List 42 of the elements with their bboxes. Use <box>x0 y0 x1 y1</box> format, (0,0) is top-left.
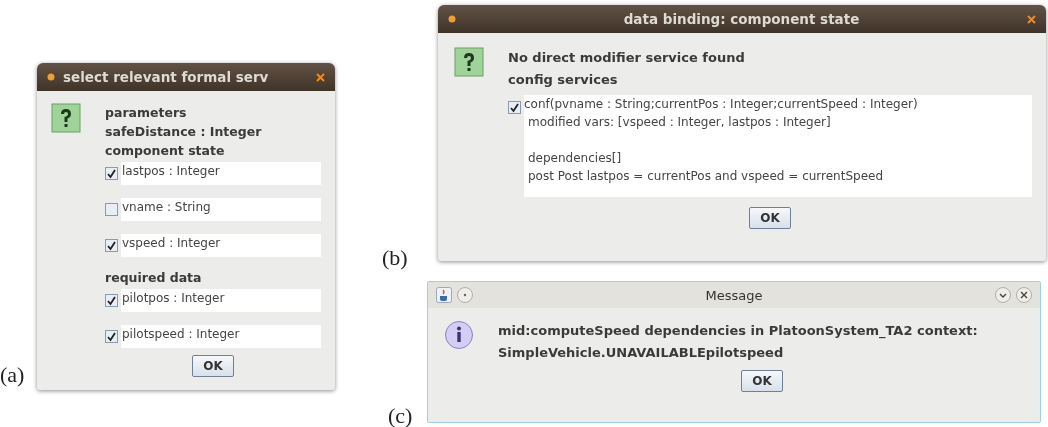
window-title: select relevant formal serv <box>63 69 270 85</box>
detail-text: post Post lastpos = currentPos and vspeed = currentSpeed <box>527 168 885 185</box>
minimize-icon[interactable] <box>995 287 1011 303</box>
window-menu-icon[interactable] <box>448 15 456 23</box>
option-label: vspeed : Integer <box>121 234 321 257</box>
option-label: pilotpos : Integer <box>121 289 321 312</box>
option-label: pilotspeed : Integer <box>121 325 321 348</box>
section-heading: required data <box>105 269 203 287</box>
java-cup-icon[interactable] <box>436 287 452 303</box>
close-icon[interactable] <box>1016 287 1032 303</box>
detail-text: modified vars: [vspeed : Integer, lastpos : Integer] <box>527 114 832 131</box>
info-icon <box>444 320 474 350</box>
checkbox[interactable] <box>105 167 118 180</box>
detail-text: dependencies[] <box>527 150 623 167</box>
close-icon[interactable] <box>316 72 325 82</box>
checkbox[interactable] <box>105 203 118 216</box>
window-menu-icon[interactable] <box>47 73 55 81</box>
message-text: SimpleVehicle.UNAVAILABLEpilotspeed <box>498 344 785 362</box>
checkbox[interactable] <box>508 101 521 114</box>
checkbox[interactable] <box>105 239 118 252</box>
parameter-text: safeDistance : Integer <box>105 123 263 141</box>
checkbox[interactable] <box>105 294 118 307</box>
option-label: vname : String <box>121 198 321 221</box>
figure-label: (c) <box>388 403 414 427</box>
ok-button[interactable]: OK <box>749 207 791 229</box>
close-icon[interactable] <box>1027 14 1036 24</box>
checkbox[interactable] <box>105 330 118 343</box>
section-heading: parameters <box>105 104 188 122</box>
option-label: lastpos : Integer <box>121 162 321 185</box>
section-heading: component state <box>105 142 226 160</box>
message-text: config services <box>508 71 619 89</box>
message-text: No direct modifier service found <box>508 49 746 67</box>
figure-label: (a) <box>0 362 26 388</box>
ok-button[interactable]: OK <box>192 355 234 377</box>
question-icon <box>51 103 81 133</box>
window-title: data binding: component state <box>622 11 861 27</box>
window-title: Message <box>704 287 764 303</box>
figure-label: (b) <box>382 245 409 271</box>
message-text: mid:computeSpeed dependencies in PlatoonSystem_TA2 context: <box>498 322 979 341</box>
option-label: conf(pvname : String;currentPos : Integer;currentSpeed : Integer) <box>524 96 919 113</box>
ok-button[interactable]: OK <box>741 370 783 392</box>
question-icon <box>454 47 484 77</box>
